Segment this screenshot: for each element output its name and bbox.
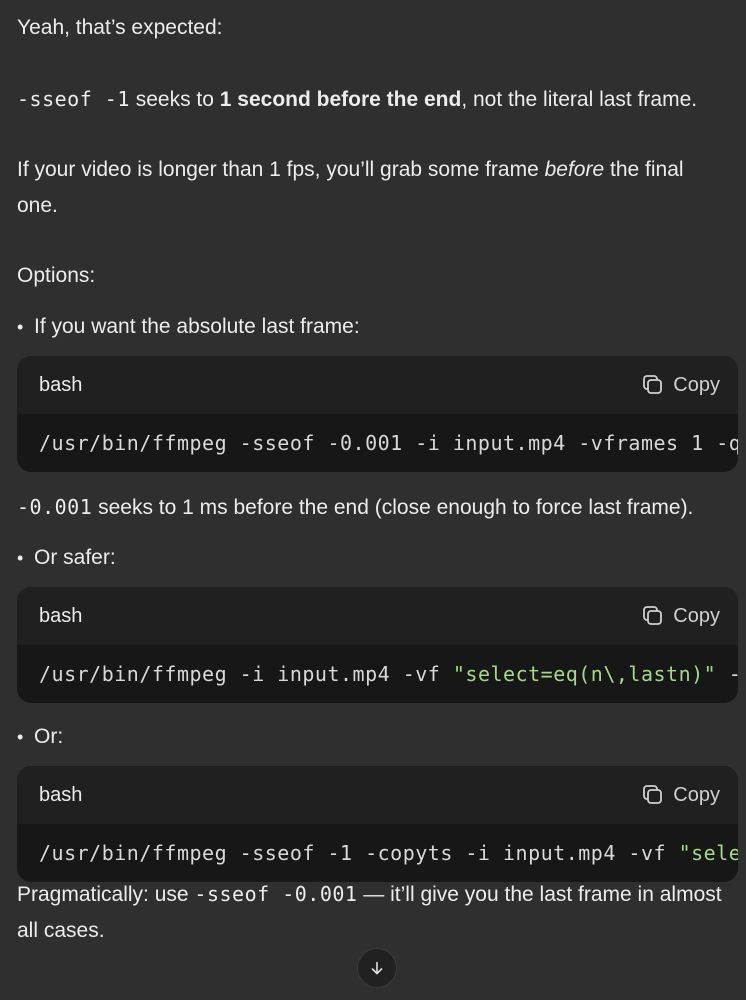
copy-label: Copy (673, 605, 720, 627)
code-text: /usr/bin/ffmpeg -sseof -0.001 -i input.m… (39, 431, 738, 455)
code-block-header: bash Copy (17, 587, 738, 645)
arrow-down-icon (371, 961, 383, 975)
code-block-header: bash Copy (17, 356, 738, 414)
copy-button[interactable]: Copy (641, 777, 720, 813)
list-item: • Or safer: (17, 540, 116, 576)
list-item-text: Or safer: (34, 546, 116, 569)
code-text: - (716, 662, 738, 686)
code-text: /usr/bin/ffmpeg -i input.mp4 -vf (39, 662, 453, 686)
copy-label: Copy (673, 374, 720, 396)
longer-video-paragraph: If your video is longer than 1 fps, you’… (17, 152, 727, 224)
code-text: /usr/bin/ffmpeg -sseof -1 -copyts -i inp… (39, 841, 679, 865)
copy-label: Copy (673, 784, 720, 806)
inline-code: -sseof -1 (17, 87, 130, 111)
code-content[interactable]: /usr/bin/ffmpeg -i input.mp4 -vf "select… (39, 645, 738, 703)
copy-button[interactable]: Copy (641, 598, 720, 634)
bullet-dot: • (17, 317, 24, 337)
list-item-text: Or: (34, 725, 64, 748)
list-item: • If you want the absolute last frame: (17, 309, 360, 345)
text-span: Pragmatically: use (17, 883, 195, 906)
scroll-to-bottom-button[interactable] (357, 948, 397, 988)
list-item: • Or: (17, 719, 63, 755)
bullet-dot: • (17, 548, 24, 568)
list-item-text: If you want the absolute last frame: (34, 315, 360, 338)
copy-icon (643, 606, 663, 625)
code-string: "sele (678, 841, 738, 865)
code-content[interactable]: /usr/bin/ffmpeg -sseof -1 -copyts -i inp… (39, 824, 738, 882)
ms-explanation: -0.001 seeks to 1 ms before the end (clo… (17, 489, 693, 526)
copy-button[interactable]: Copy (641, 367, 720, 403)
code-language-label: bash (39, 784, 83, 806)
code-block: bash Copy /usr/bin/ffmpeg -sseof -0.001 … (17, 356, 738, 472)
code-content[interactable]: /usr/bin/ffmpeg -sseof -0.001 -i input.m… (39, 414, 738, 472)
options-heading: Options: (17, 264, 96, 287)
code-block-header: bash Copy (17, 766, 738, 824)
text-span: seeks to 1 ms before the end (close enou… (92, 496, 694, 519)
intro-text: Yeah, that’s expected: (17, 16, 223, 39)
sseof-explanation: -sseof -1 seeks to 1 second before the e… (17, 81, 697, 118)
pragmatic-paragraph: Pragmatically: use -sseof -0.001 — it’ll… (17, 876, 737, 949)
bullet-dot: • (17, 727, 24, 747)
bold-text: 1 second before the end (219, 88, 462, 111)
text-span: If your video is longer than 1 fps, you’… (17, 158, 545, 181)
code-block: bash Copy /usr/bin/ffmpeg -sseof -1 -cop… (17, 766, 738, 882)
code-string: "select=eq(n\,lastn)" (452, 662, 717, 686)
text-span: seeks to (129, 88, 220, 111)
copy-icon (643, 785, 663, 804)
code-language-label: bash (39, 605, 83, 627)
copy-icon (643, 375, 663, 394)
inline-code: -0.001 (17, 495, 93, 519)
inline-code: -sseof -0.001 (194, 882, 358, 906)
text-span: , not the literal last frame. (461, 88, 698, 111)
code-language-label: bash (39, 374, 83, 396)
code-block: bash Copy /usr/bin/ffmpeg -i input.mp4 -… (17, 587, 738, 703)
italic-text: before (544, 158, 605, 181)
